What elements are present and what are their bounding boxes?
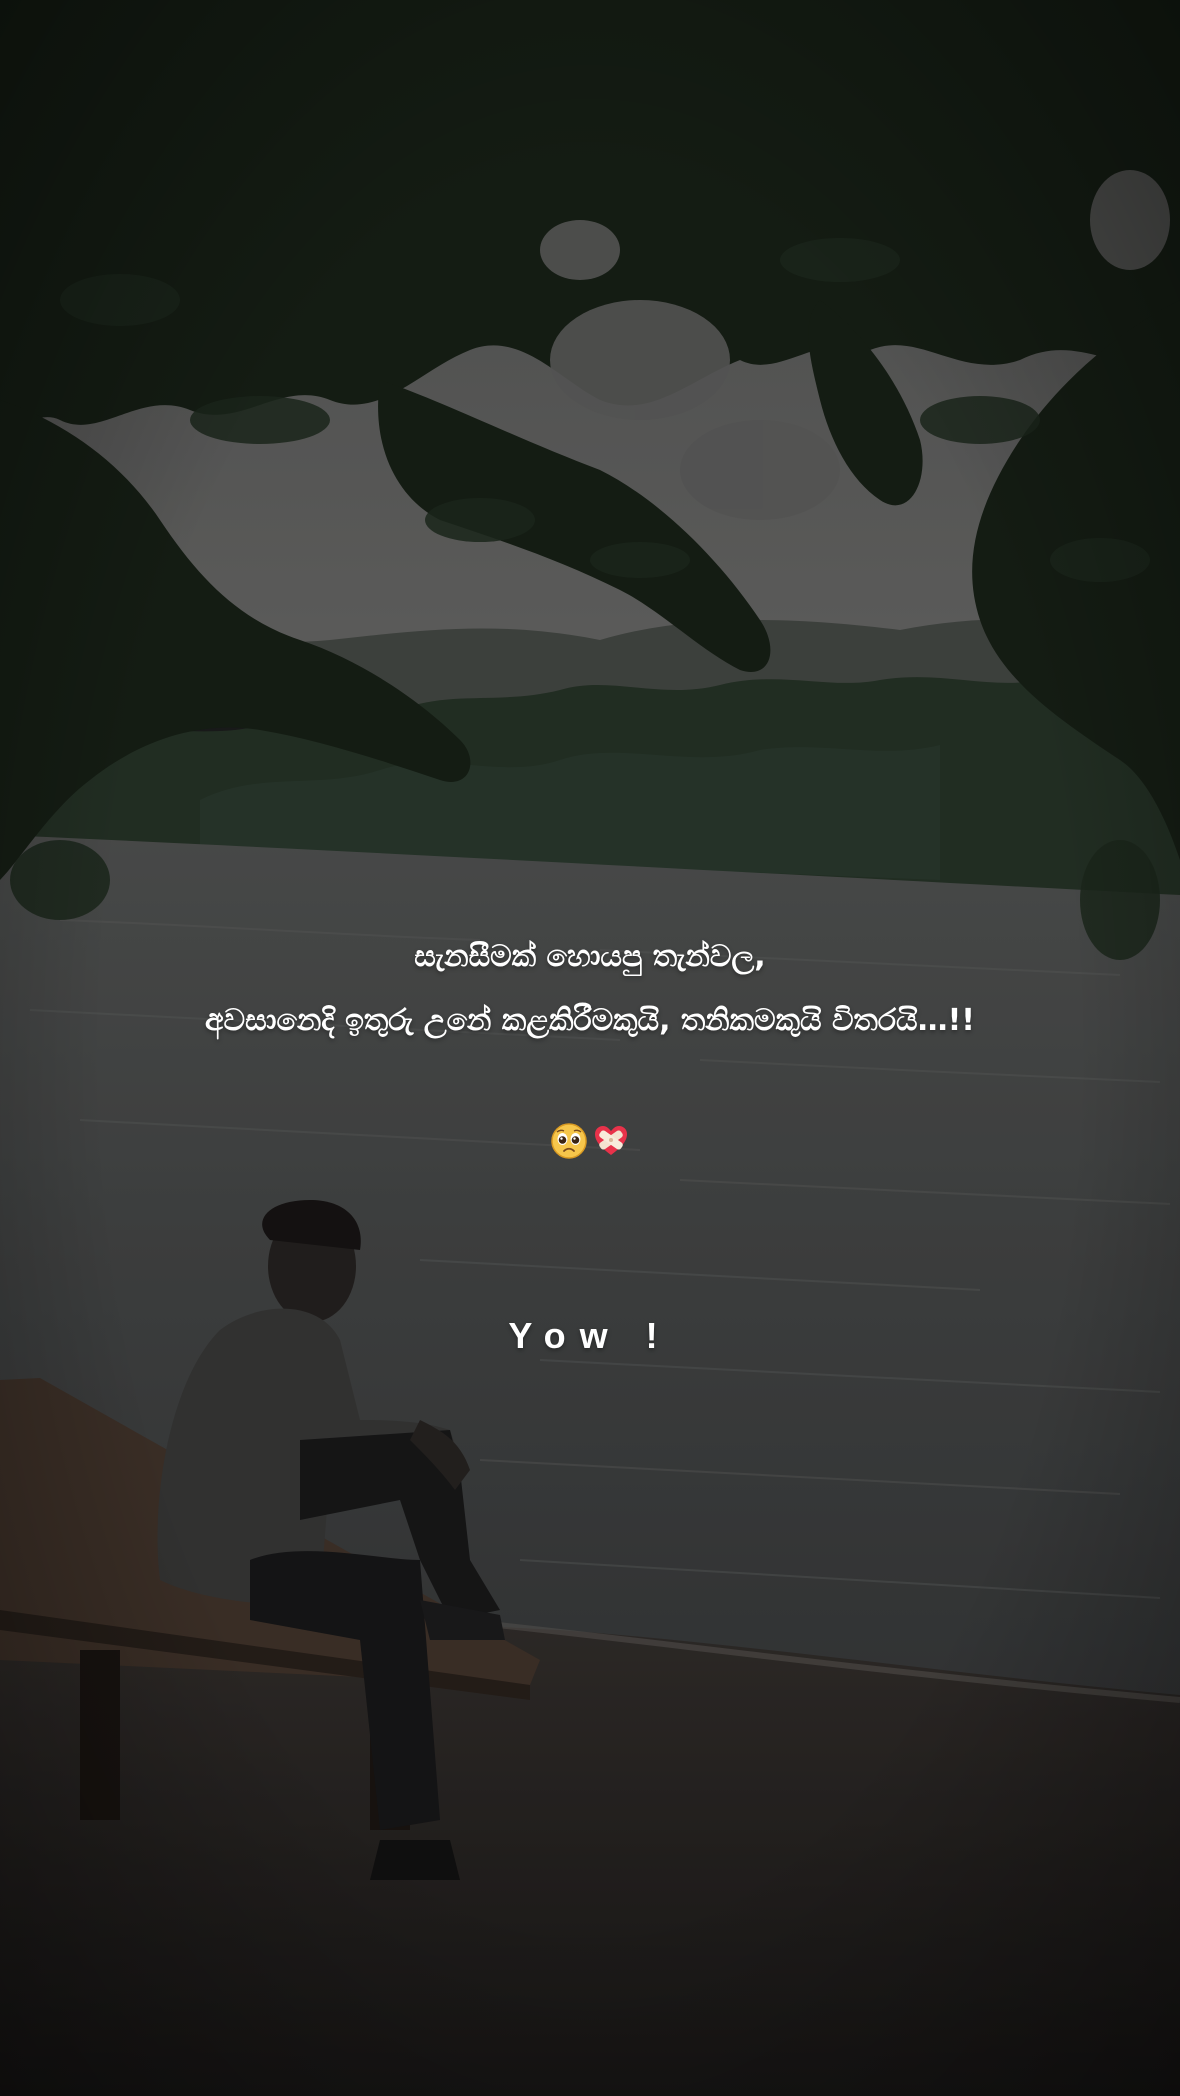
signature-text: Yow ! xyxy=(508,1315,672,1356)
caption-line-1: සැනසීමක් හොයපු තැන්වල, xyxy=(414,939,766,974)
vignette xyxy=(0,0,1180,2096)
pleading-face-icon xyxy=(550,1122,588,1160)
caption-line-2: අවසානෙදි ඉතුරු උනේ කළකිරීමකුයි, තනිකමකුය… xyxy=(205,1003,975,1038)
emoji-row xyxy=(550,1122,634,1162)
lakeside-scene xyxy=(0,0,1180,2096)
mending-heart-icon xyxy=(592,1122,630,1160)
background-photo xyxy=(0,0,1180,2096)
